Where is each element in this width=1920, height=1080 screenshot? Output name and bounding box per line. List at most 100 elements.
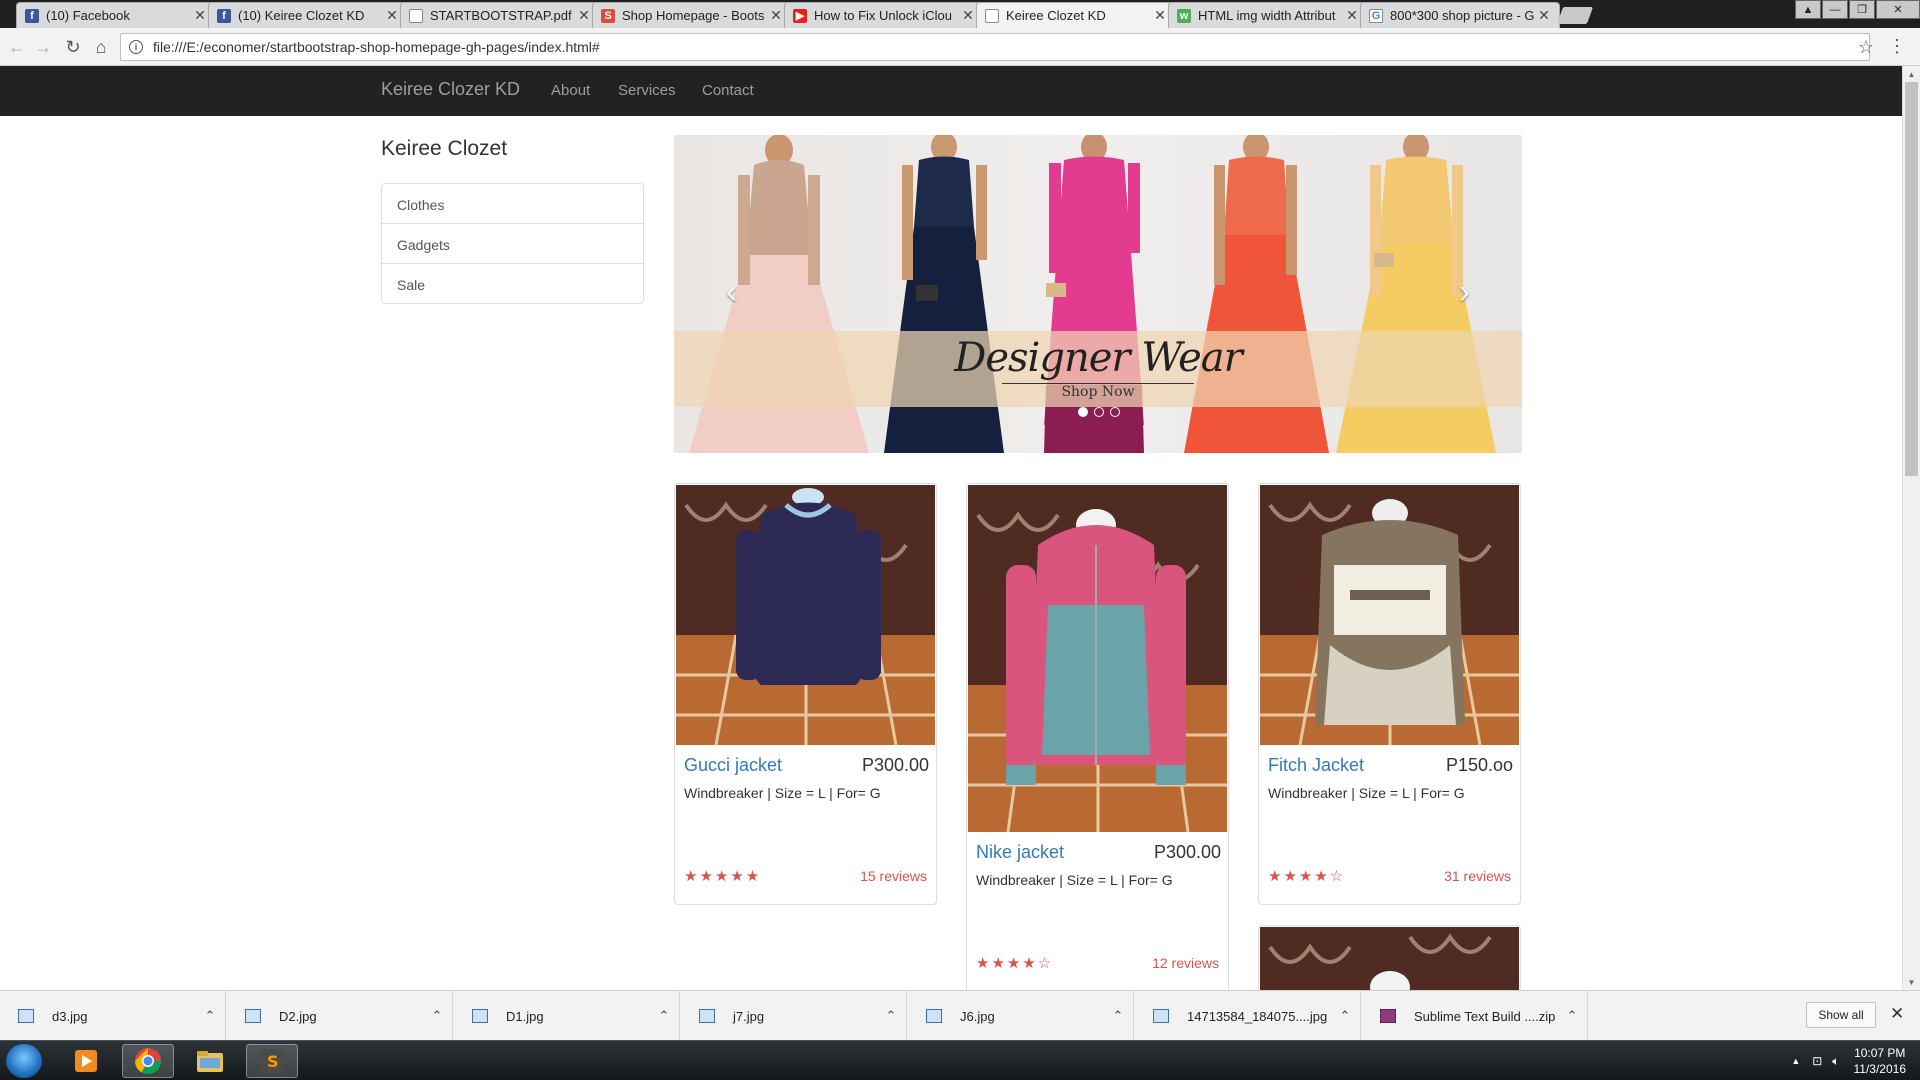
sidebar-item-clothes[interactable]: Clothes [381,183,644,224]
download-item[interactable]: 14713584_184075....jpg ⌃ [1135,991,1361,1041]
browser-tab[interactable]: w HTML img width Attribut ✕ [1168,2,1368,28]
nav-link-about[interactable]: About [551,82,590,99]
product-name-link[interactable]: Gucci jacket [684,755,782,776]
product-name-link[interactable]: Fitch Jacket [1268,755,1364,776]
sidebar-item-gadgets[interactable]: Gadgets [381,223,644,264]
scroll-up-arrow-icon[interactable]: ▲ [1903,66,1920,82]
close-tab-icon[interactable]: ✕ [1345,7,1359,24]
download-item[interactable]: j7.jpg ⌃ [681,991,907,1041]
browser-tab[interactable]: f (10) Facebook ✕ [16,2,216,28]
close-tab-icon[interactable]: ✕ [385,7,399,24]
product-price: P300.00 [861,755,929,775]
carousel-prev-icon[interactable]: ‹ [726,273,737,312]
chevron-up-icon[interactable]: ⌃ [876,1008,906,1024]
tab-title: Shop Homepage - Boots [622,8,765,23]
profile-icon[interactable]: ▲ [1795,0,1821,19]
category-list: Clothes Gadgets Sale [381,183,644,304]
browser-tab[interactable]: STARTBOOTSTRAP.pdf ✕ [400,2,600,28]
browser-tab[interactable]: ▶ How to Fix Unlock iClou ✕ [784,2,984,28]
close-window-icon[interactable]: ✕ [1876,0,1920,19]
browser-tab[interactable]: f (10) Keiree Clozet KD ✕ [208,2,408,28]
carousel-next-icon[interactable]: › [1459,273,1470,312]
browser-toolbar: ← → ↻ ⌂ i file:///E:/economer/startboots… [0,28,1920,66]
nav-link-services[interactable]: Services [618,82,676,99]
reload-icon[interactable]: ↻ [62,36,84,58]
carousel-indicator[interactable] [1094,407,1104,417]
close-tab-icon[interactable]: ✕ [577,7,591,24]
new-tab-button[interactable] [1556,7,1594,24]
chevron-up-icon[interactable]: ⌃ [649,1008,679,1024]
browser-menu-icon[interactable]: ⋮ [1888,36,1906,57]
tab-title: 800*300 shop picture - G [1390,8,1535,23]
tab-title: (10) Keiree Clozet KD [238,8,365,23]
back-arrow-icon[interactable]: ← [6,36,28,58]
product-price: P150.oo [1445,755,1513,775]
scrollbar-thumb[interactable] [1905,82,1918,476]
forward-arrow-icon[interactable]: → [32,36,54,58]
product-image[interactable] [676,485,935,745]
taskbar-clock[interactable]: 10:07 PM 11/3/2016 [1854,1045,1907,1077]
network-icon[interactable]: ⊡ [1812,1054,1822,1068]
close-tab-icon[interactable]: ✕ [769,7,783,24]
close-tab-icon[interactable]: ✕ [961,7,975,24]
w3schools-icon: w [1177,8,1191,23]
chrome-icon[interactable] [122,1044,174,1078]
startbootstrap-icon: S [601,8,615,23]
scroll-down-arrow-icon[interactable]: ▼ [1903,974,1920,990]
carousel-shop-now-link[interactable]: Shop Now [674,384,1522,400]
download-filename: J6.jpg [960,1008,995,1024]
image-file-icon [472,1009,488,1023]
star-rating: ★★★★★ [684,868,762,885]
bookmark-star-icon[interactable]: ☆ [1858,37,1874,58]
minimize-icon[interactable]: — [1822,0,1848,19]
browser-tab[interactable]: G 800*300 shop picture - G ✕ [1360,2,1560,28]
image-file-icon [18,1009,34,1023]
home-icon[interactable]: ⌂ [90,36,112,58]
document-icon [985,8,999,23]
close-tab-icon[interactable]: ✕ [1153,7,1167,24]
svg-text:S: S [267,1052,279,1071]
product-image[interactable] [968,485,1227,832]
carousel-indicator[interactable] [1110,407,1120,417]
download-item[interactable]: J6.jpg ⌃ [908,991,1134,1041]
product-image[interactable] [1260,485,1519,745]
show-hidden-icons-icon[interactable]: ▲ [1791,1056,1800,1066]
review-count: 12 reviews [1152,955,1219,971]
product-name-link[interactable]: Nike jacket [976,842,1064,863]
download-filename: D2.jpg [279,1008,317,1024]
close-tab-icon[interactable]: ✕ [193,7,207,24]
address-bar[interactable]: i file:///E:/economer/startbootstrap-sho… [120,33,1870,61]
close-tab-icon[interactable]: ✕ [1537,7,1551,24]
volume-icon[interactable]: 🔈︎ [1832,1054,1839,1069]
download-item[interactable]: D1.jpg ⌃ [454,991,680,1041]
sidebar-heading: Keiree Clozet [381,137,508,160]
download-item[interactable]: d3.jpg ⌃ [0,991,226,1041]
sidebar-item-sale[interactable]: Sale [381,263,644,304]
page-scrollbar[interactable]: ▲ ▼ [1902,66,1920,990]
start-button-icon[interactable] [6,1044,42,1078]
sublime-text-icon[interactable]: S [246,1044,298,1078]
browser-tab[interactable]: Keiree Clozet KD ✕ [976,2,1176,28]
maximize-icon[interactable]: ❐ [1849,0,1875,19]
info-icon[interactable]: i [129,40,143,54]
download-item[interactable]: D2.jpg ⌃ [227,991,453,1041]
chevron-up-icon[interactable]: ⌃ [422,1008,452,1024]
file-explorer-icon[interactable] [184,1044,236,1078]
product-image[interactable] [1260,927,1519,990]
carousel-indicator[interactable] [1078,407,1088,417]
chevron-up-icon[interactable]: ⌃ [195,1008,225,1024]
chevron-up-icon[interactable]: ⌃ [1557,1008,1587,1024]
media-player-icon[interactable] [60,1044,112,1078]
show-all-downloads-button[interactable]: Show all [1806,1002,1876,1028]
download-filename: D1.jpg [506,1008,544,1024]
browser-tab[interactable]: S Shop Homepage - Boots ✕ [592,2,792,28]
navbar-brand[interactable]: Keiree Clozer KD [381,79,520,100]
chevron-up-icon[interactable]: ⌃ [1103,1008,1133,1024]
chevron-up-icon[interactable]: ⌃ [1330,1008,1360,1024]
close-shelf-icon[interactable]: ✕ [1890,1004,1904,1024]
star-rating: ★★★★☆ [976,955,1054,972]
hero-carousel[interactable]: Designer Wear Shop Now ‹ › [674,135,1522,453]
nav-link-contact[interactable]: Contact [702,82,754,99]
download-item[interactable]: Sublime Text Build ....zip ⌃ [1362,991,1588,1041]
tab-title: (10) Facebook [46,8,130,23]
